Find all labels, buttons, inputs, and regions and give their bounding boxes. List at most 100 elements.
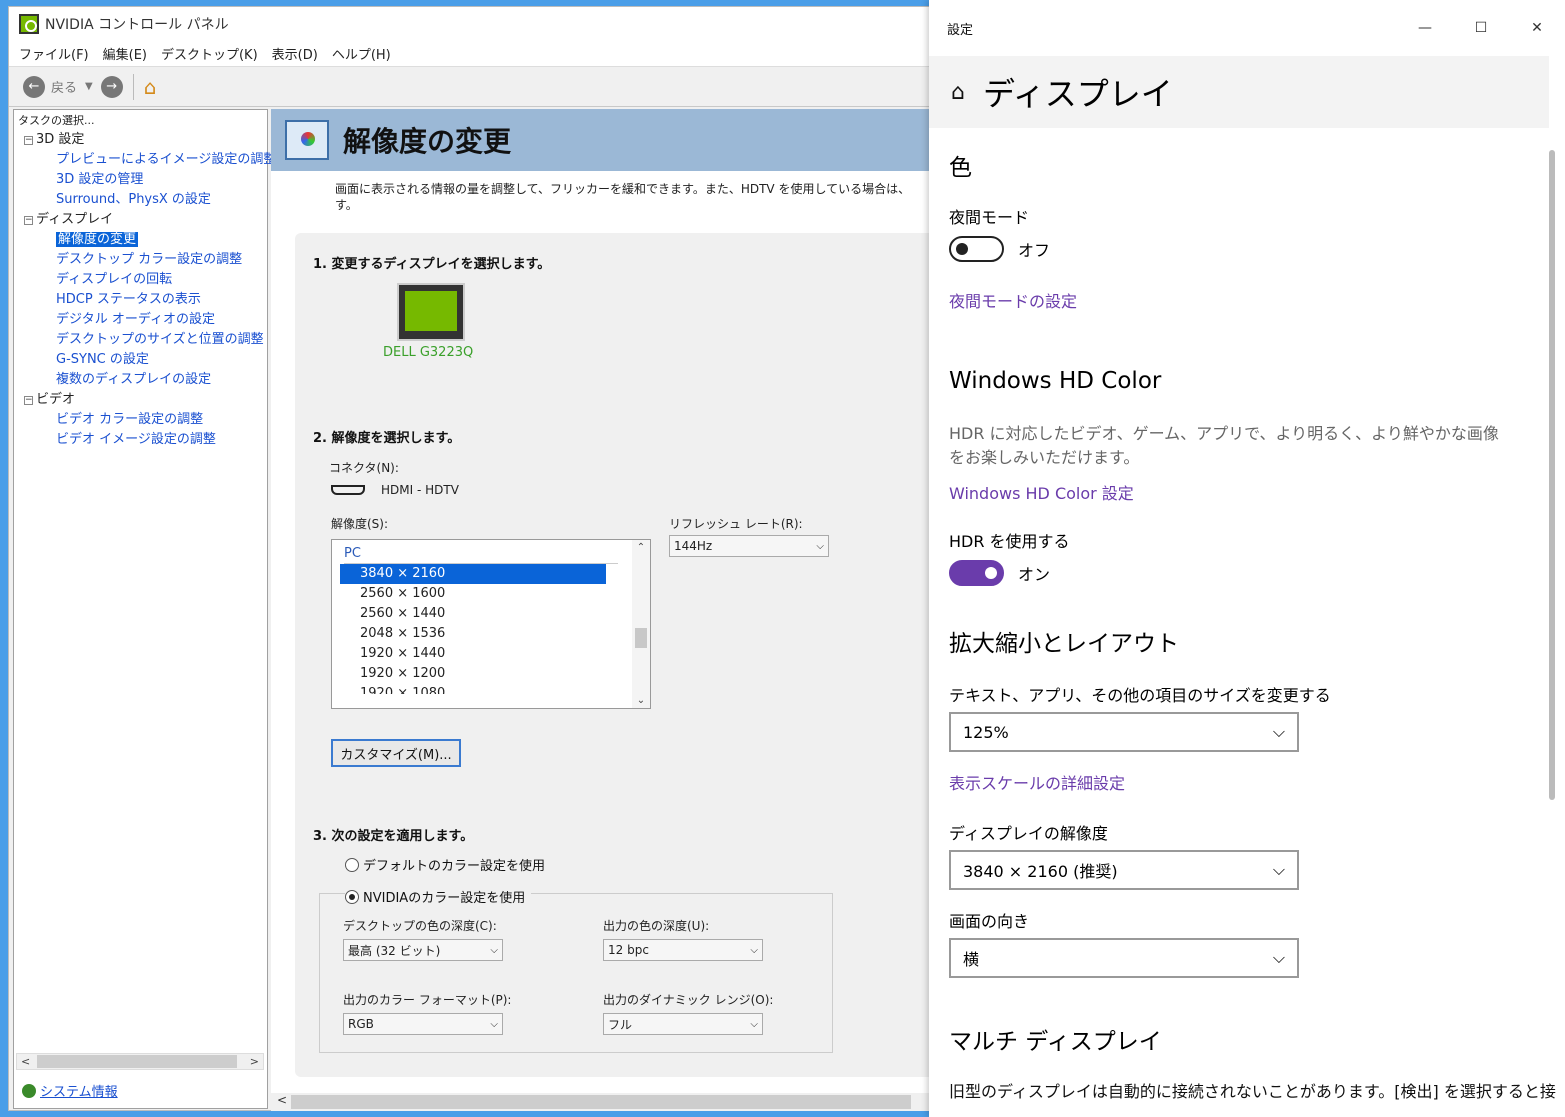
scroll-up-icon[interactable]: ⌃ xyxy=(632,542,650,553)
menu-desktop[interactable]: デスクトップ(K) xyxy=(161,44,258,63)
tree-item-audio[interactable]: デジタル オーディオの設定 xyxy=(24,310,267,330)
nvidia-window-title: NVIDIA コントロール パネル xyxy=(45,17,229,33)
color-format-select[interactable]: RGB ⌵ xyxy=(343,1013,503,1035)
chevron-down-icon: ⌵ xyxy=(490,1018,498,1030)
desktop-depth-select[interactable]: 最高 (32 ビット) ⌵ xyxy=(343,939,503,961)
customize-button[interactable]: カスタマイズ(M)... xyxy=(331,739,461,767)
menu-help[interactable]: ヘルプ(H) xyxy=(332,44,391,63)
description-line1: 画面に表示される情報の量を調整して、フリッカーを緩和できます。また、HDTV を… xyxy=(335,182,911,196)
back-arrow-icon[interactable]: ← xyxy=(23,75,45,98)
tree-item-video-color[interactable]: ビデオ カラー設定の調整 xyxy=(24,410,267,430)
tree-item-video-image[interactable]: ビデオ イメージ設定の調整 xyxy=(24,430,267,450)
orientation-dropdown[interactable]: 横 ⌵ xyxy=(949,938,1299,978)
close-icon[interactable]: ✕ xyxy=(1509,20,1565,36)
system-info-icon xyxy=(22,1083,36,1098)
dynamic-range-select[interactable]: フル ⌵ xyxy=(603,1013,763,1035)
hdr-label: HDR を使用する xyxy=(949,532,1070,551)
radio-checked-icon[interactable] xyxy=(345,889,359,904)
night-mode-settings-link[interactable]: 夜間モードの設定 xyxy=(949,288,1077,312)
scale-dropdown[interactable]: 125% ⌵ xyxy=(949,712,1299,752)
page-title: ディスプレイ xyxy=(982,75,1173,113)
tree-group-video[interactable]: − ビデオ xyxy=(24,390,267,410)
hdr-toggle[interactable] xyxy=(949,560,1004,586)
menu-edit[interactable]: 編集(E) xyxy=(103,44,147,63)
step1-label: 1. 変更するディスプレイを選択します。 xyxy=(313,257,551,272)
resolution-group-label: PC xyxy=(344,546,618,564)
radio-default-color[interactable]: デフォルトのカラー設定を使用 xyxy=(345,855,545,874)
tree-item-preview[interactable]: プレビューによるイメージ設定の調整 xyxy=(24,150,276,170)
tree-item-resolution[interactable]: 解像度の変更 xyxy=(24,230,267,250)
radio-unchecked-icon[interactable] xyxy=(345,857,359,872)
monitor-name[interactable]: DELL G3223Q xyxy=(383,345,473,360)
task-header: タスクの選択... xyxy=(18,114,95,127)
tree-group-3d[interactable]: −3D 設定 xyxy=(24,130,267,150)
tree-item-rotation[interactable]: ディスプレイの回転 xyxy=(24,270,267,290)
maximize-icon[interactable]: ☐ xyxy=(1453,20,1509,36)
nvidia-control-panel-window: NVIDIA コントロール パネル ファイル(F) 編集(E) デスクトップ(K… xyxy=(8,6,934,1111)
collapse-icon[interactable]: − xyxy=(24,135,33,145)
tree-item-surround[interactable]: Surround、PhysX の設定 xyxy=(24,190,267,210)
scroll-thumb[interactable] xyxy=(635,628,647,648)
minimize-icon[interactable]: — xyxy=(1397,20,1453,36)
tree-item-multi-display[interactable]: 複数のディスプレイの設定 xyxy=(24,370,267,390)
menu-file[interactable]: ファイル(F) xyxy=(19,44,89,63)
tree-item-size-position[interactable]: デスクトップのサイズと位置の調整 xyxy=(24,330,267,350)
tree-item-3d-manage[interactable]: 3D 設定の管理 xyxy=(24,170,267,190)
dynamic-range-label: 出力のダイナミック レンジ(O): xyxy=(603,993,774,1007)
resolution-item[interactable]: 2560 × 1440 xyxy=(340,604,606,624)
scroll-thumb[interactable] xyxy=(291,1095,911,1109)
resolution-item[interactable]: 1920 × 1200 xyxy=(340,664,606,684)
back-dropdown-icon[interactable]: ▼ xyxy=(85,81,93,92)
night-mode-toggle[interactable] xyxy=(949,236,1004,262)
collapse-icon[interactable]: − xyxy=(24,395,33,405)
settings-header: ⌂ ディスプレイ xyxy=(929,56,1549,128)
settings-scrollbar[interactable] xyxy=(1549,150,1555,800)
tree-group-display[interactable]: − ディスプレイ xyxy=(24,210,267,230)
forward-arrow-icon[interactable]: → xyxy=(100,75,123,98)
resolution-item[interactable]: 1920 × 1440 xyxy=(340,644,606,664)
collapse-icon[interactable]: − xyxy=(24,215,33,225)
output-depth-select[interactable]: 12 bpc ⌵ xyxy=(603,939,763,961)
hdcolor-settings-link[interactable]: Windows HD Color 設定 xyxy=(949,480,1134,504)
chevron-down-icon: ⌵ xyxy=(1272,722,1285,741)
back-label[interactable]: 戻る xyxy=(51,77,77,96)
scroll-left-icon[interactable]: < xyxy=(21,1055,30,1068)
tree-item-desktop-color[interactable]: デスクトップ カラー設定の調整 xyxy=(24,250,267,270)
resolution-item[interactable]: 3840 × 2160 xyxy=(340,564,606,584)
scroll-left-icon[interactable]: < xyxy=(277,1093,287,1107)
resolution-list[interactable]: PC 3840 × 2160 2560 × 1600 2560 × 1440 2… xyxy=(331,539,651,709)
monitor-icon[interactable] xyxy=(397,283,465,341)
orientation-value: 横 xyxy=(963,950,980,969)
menu-view[interactable]: 表示(D) xyxy=(272,44,318,63)
home-icon[interactable]: ⌂ xyxy=(144,75,157,99)
resolution-item[interactable]: 1920 × 1080 xyxy=(340,684,606,694)
dynamic-range-value: フル xyxy=(608,1017,633,1032)
page-banner: 解像度の変更 xyxy=(271,109,934,171)
tree-item-hdcp[interactable]: HDCP ステータスの表示 xyxy=(24,290,267,310)
system-info-link[interactable]: システム情報 xyxy=(22,1081,118,1100)
chevron-down-icon: ⌵ xyxy=(1272,948,1285,967)
home-icon[interactable]: ⌂ xyxy=(951,80,965,105)
night-mode-label: 夜間モード xyxy=(949,208,1030,227)
hdcolor-heading: Windows HD Color xyxy=(949,368,1162,394)
toolbar-divider xyxy=(132,73,134,100)
refresh-rate-select[interactable]: 144Hz ⌵ xyxy=(669,535,829,557)
advanced-scale-link[interactable]: 表示スケールの詳細設定 xyxy=(949,770,1125,794)
nvidia-title-bar: NVIDIA コントロール パネル xyxy=(9,7,932,41)
scroll-thumb[interactable] xyxy=(37,1055,237,1068)
scroll-right-icon[interactable]: > xyxy=(250,1055,259,1068)
tree-item-gsync[interactable]: G-SYNC の設定 xyxy=(24,350,267,370)
resolution-list-scrollbar[interactable]: ⌃ ⌄ xyxy=(632,540,650,708)
resolution-item[interactable]: 2560 × 1600 xyxy=(340,584,606,604)
content-horizontal-scrollbar[interactable]: < xyxy=(271,1093,934,1111)
scroll-down-icon[interactable]: ⌄ xyxy=(632,695,650,706)
radio-default-label: デフォルトのカラー設定を使用 xyxy=(363,859,546,874)
nvidia-toolbar: ← 戻る ▼ → ⌂ xyxy=(9,67,932,107)
step2-label: 2. 解像度を選択します。 xyxy=(313,431,461,446)
resolution-dropdown[interactable]: 3840 × 2160 (推奨) ⌵ xyxy=(949,850,1299,890)
radio-nvidia-color[interactable]: NVIDIAのカラー設定を使用 xyxy=(345,887,532,906)
tree-horizontal-scrollbar[interactable]: < > xyxy=(16,1053,264,1070)
resolution-item[interactable]: 2048 × 1536 xyxy=(340,624,606,644)
resolution-label: 解像度(S): xyxy=(331,517,389,531)
display-settings-icon xyxy=(285,120,329,160)
